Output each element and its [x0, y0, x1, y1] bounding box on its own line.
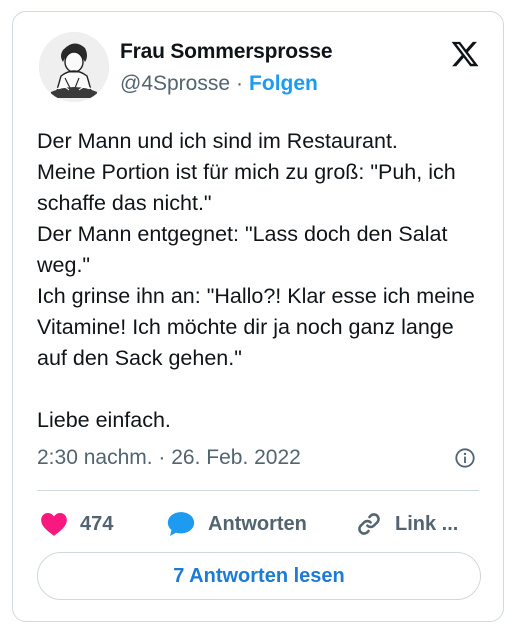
reply-button[interactable]: Antworten	[166, 506, 307, 542]
avatar-illustration	[39, 32, 109, 102]
info-icon[interactable]	[454, 447, 476, 469]
link-icon	[358, 513, 380, 535]
tweet-card: Frau Sommersprosse @4Sprosse · Folgen Der …	[12, 11, 504, 622]
like-button[interactable]: 474	[40, 506, 113, 542]
read-replies-button[interactable]: 7 Antworten lesen	[37, 552, 481, 600]
like-count: 474	[80, 512, 114, 535]
handle-separator: ·	[236, 72, 244, 95]
copy-link-button[interactable]: Link ...	[355, 506, 458, 542]
divider	[37, 490, 479, 491]
handle-row: @4Sprosse · Folgen	[120, 72, 318, 96]
avatar[interactable]	[39, 32, 109, 102]
heart-icon	[41, 513, 67, 536]
x-logo-icon[interactable]	[449, 39, 481, 69]
link-label: Link ...	[395, 512, 459, 535]
display-name[interactable]: Frau Sommersprosse	[120, 40, 333, 64]
tweet-timestamp[interactable]: 2:30 nachm. · 26. Feb. 2022	[37, 446, 301, 470]
tweet-text: Der Mann und ich sind im Restaurant. Mei…	[37, 129, 475, 432]
follow-button[interactable]: Folgen	[249, 72, 318, 95]
reply-label: Antworten	[208, 512, 307, 535]
user-handle[interactable]: @4Sprosse	[120, 72, 230, 95]
speech-bubble-icon	[167, 512, 195, 536]
